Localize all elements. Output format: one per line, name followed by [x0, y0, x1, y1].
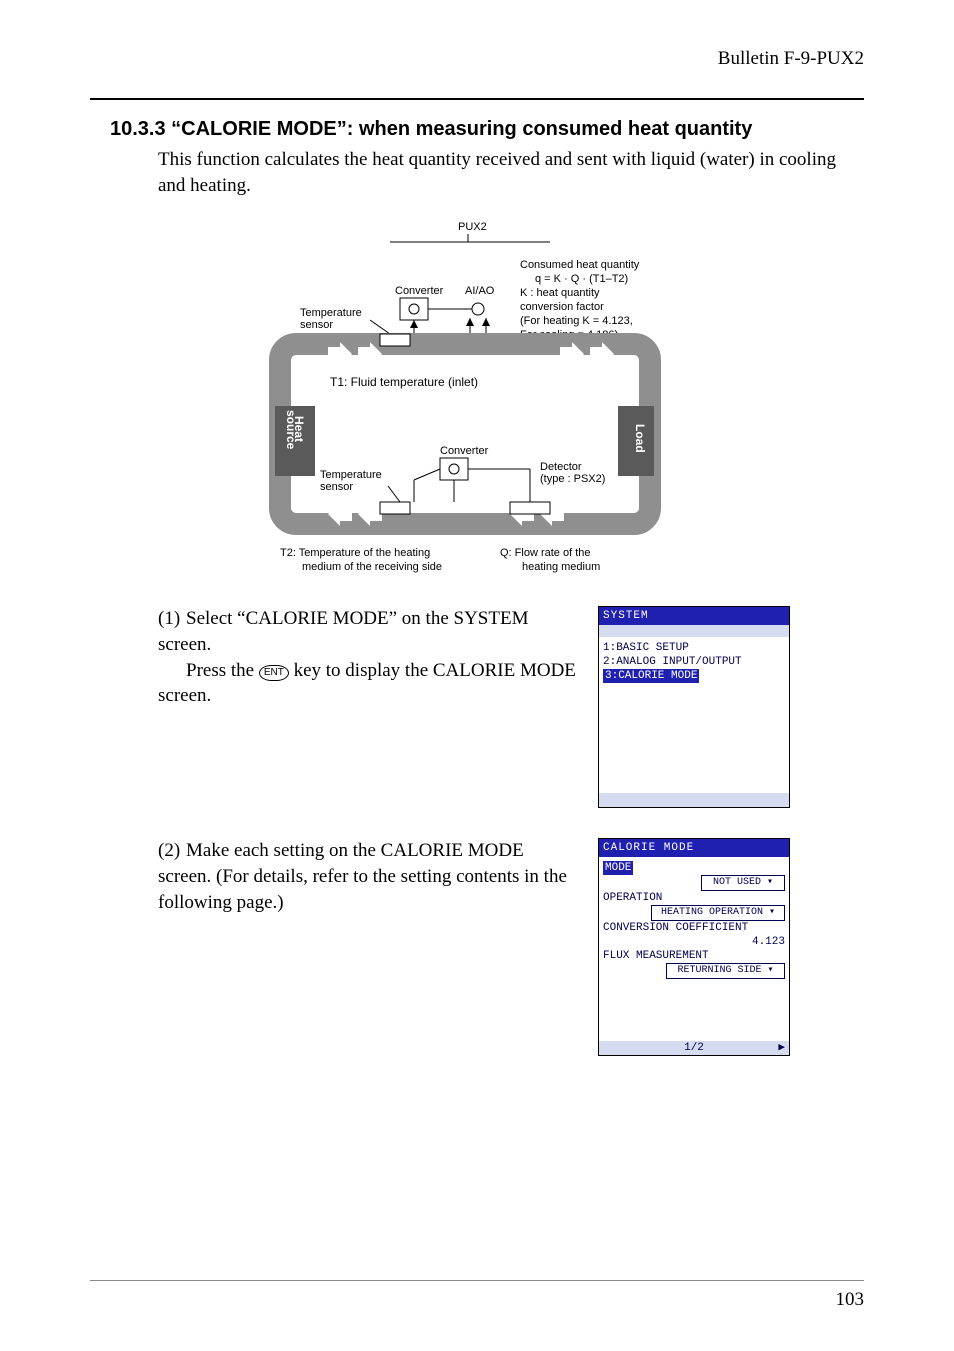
rule-bottom — [90, 1280, 864, 1281]
svg-text:T2: Temperature of the heatin: T2: Temperature of the heating — [280, 547, 430, 559]
section-intro: This function calculates the heat quanti… — [158, 147, 864, 198]
step-1-line1: Select “CALORIE MODE” on the SYSTEM scre… — [158, 608, 528, 655]
page-number: 103 — [836, 1289, 865, 1311]
lcd2-flux-label: FLUX MEASUREMENT — [603, 949, 785, 963]
lcd2-conv-value[interactable]: 4.123 — [603, 935, 785, 949]
step-1-pre: Press the — [186, 660, 259, 681]
lcd2-flux-value[interactable]: RETURNING SIDE ▾ — [666, 963, 785, 979]
lcd2-mode-label[interactable]: MODE — [603, 861, 633, 875]
lcd2-footer: 1/2 ▶ — [599, 1041, 789, 1055]
t1-label: T1: Fluid temperature (inlet) — [330, 375, 478, 389]
bottom-captions: T2: Temperature of the heating medium of… — [280, 547, 600, 573]
svg-text:(For heating K = 4.123,: (For heating K = 4.123, — [520, 315, 633, 327]
svg-text:q = K · Q · (T1–T2): q = K · Q · (T1–T2) — [535, 273, 628, 285]
rule-top — [90, 98, 864, 100]
section-heading: 10.3.3 “CALORIE MODE”: when measuring co… — [110, 118, 864, 141]
svg-text:Consumed heat quantity: Consumed heat quantity — [520, 259, 640, 271]
bulletin-header: Bulletin F-9-PUX2 — [718, 48, 864, 70]
lcd2-operation-label: OPERATION — [603, 891, 785, 905]
svg-text:conversion factor: conversion factor — [520, 301, 604, 313]
step-1-text: (1)Select “CALORIE MODE” on the SYSTEM s… — [158, 606, 598, 709]
svg-text:source: source — [284, 410, 298, 450]
lcd1-item-3[interactable]: 3:CALORIE MODE — [603, 669, 785, 683]
aiao-label: AI/AO — [465, 285, 495, 297]
converter-top-label: Converter — [395, 285, 444, 297]
lcd1-item-1[interactable]: 1:BASIC SETUP — [603, 641, 785, 655]
step-1: (1)Select “CALORIE MODE” on the SYSTEM s… — [158, 606, 864, 808]
lcd1-item-2[interactable]: 2:ANALOG INPUT/OUTPUT — [603, 655, 785, 669]
svg-text:medium of the receiving side: medium of the receiving side — [302, 561, 442, 573]
lcd2-page: 1/2 — [684, 1042, 704, 1054]
step-2-text: (2)Make each setting on the CALORIE MODE… — [158, 838, 598, 915]
svg-text:K : heat quantity: K : heat quantity — [520, 287, 600, 299]
lcd2-mode-value[interactable]: NOT USED ▾ — [701, 875, 785, 891]
lcd2-operation-value[interactable]: HEATING OPERATION ▾ — [651, 905, 785, 921]
svg-text:Q: Flow rate of the: Q: Flow rate of the — [500, 547, 590, 559]
load-label: Load — [633, 424, 647, 453]
lcd2-title: CALORIE MODE — [599, 839, 789, 857]
step-1-num: (1) — [158, 606, 186, 632]
page: Bulletin F-9-PUX2 10.3.3 “CALORIE MODE”:… — [0, 0, 954, 1351]
temp-sensor-top-label: Temperature sensor — [300, 307, 365, 331]
svg-text:heating medium: heating medium — [522, 561, 600, 573]
next-page-icon[interactable]: ▶ — [778, 1041, 785, 1055]
section-number: 10.3.3 — [110, 118, 166, 140]
step-2-line: Make each setting on the CALORIE MODE sc… — [158, 840, 567, 912]
ent-key-icon: ENT — [259, 665, 289, 681]
lcd2-conv-label: CONVERSION COEFFICIENT — [603, 921, 785, 935]
lcd-calorie-screen: CALORIE MODE MODE NOT USED ▾ OPERATION H… — [598, 838, 790, 1056]
lcd-system-screen: SYSTEM 1:BASIC SETUP 2:ANALOG INPUT/OUTP… — [598, 606, 790, 808]
section-title: “CALORIE MODE”: when measuring consumed … — [171, 118, 752, 140]
lcd1-subbar — [599, 625, 789, 637]
lcd1-body: 1:BASIC SETUP 2:ANALOG INPUT/OUTPUT 3:CA… — [599, 637, 789, 793]
temp-sensor-bottom-label: Temperature sensor — [320, 469, 385, 493]
step-2: (2)Make each setting on the CALORIE MODE… — [158, 838, 864, 1056]
converter-bottom-label: Converter — [440, 445, 489, 457]
pux2-label: PUX2 — [458, 221, 487, 233]
detector-label: Detector (type : PSX2) — [540, 461, 605, 485]
lcd1-title: SYSTEM — [599, 607, 789, 625]
lcd1-footer — [599, 793, 789, 807]
lcd2-body: MODE NOT USED ▾ OPERATION HEATING OPERAT… — [599, 857, 789, 1041]
consumed-heat-block: Consumed heat quantity q = K · Q · (T1–T… — [520, 259, 640, 341]
step-2-num: (2) — [158, 838, 186, 864]
calorie-diagram: PUX2 Consumed heat quantity q = K · Q · … — [240, 216, 864, 586]
diagram-svg: PUX2 Consumed heat quantity q = K · Q · … — [240, 216, 760, 586]
